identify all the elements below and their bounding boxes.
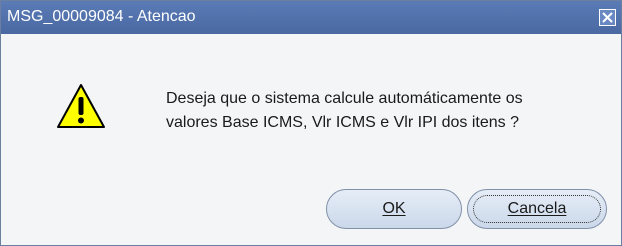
cancel-button[interactable]: Cancela	[467, 189, 607, 229]
message-text: Deseja que o sistema calcule automáticam…	[166, 87, 606, 135]
title-bar[interactable]: MSG_00009084 - Atencao	[1, 1, 621, 34]
warning-icon	[57, 84, 105, 128]
message-dialog: MSG_00009084 - Atencao Deseja que o sist…	[0, 0, 622, 246]
ok-button[interactable]: OK	[326, 189, 462, 229]
cancel-button-label: Cancela	[507, 200, 567, 217]
message-line-2: valores Base ICMS, Vlr ICMS e Vlr IPI do…	[166, 114, 520, 131]
close-button[interactable]	[599, 9, 616, 26]
ok-button-label: OK	[382, 200, 406, 217]
dialog-body: Deseja que o sistema calcule automáticam…	[1, 34, 621, 245]
window-title: MSG_00009084 - Atencao	[7, 8, 196, 25]
close-icon	[602, 12, 613, 23]
message-line-1: Deseja que o sistema calcule automáticam…	[166, 90, 523, 107]
